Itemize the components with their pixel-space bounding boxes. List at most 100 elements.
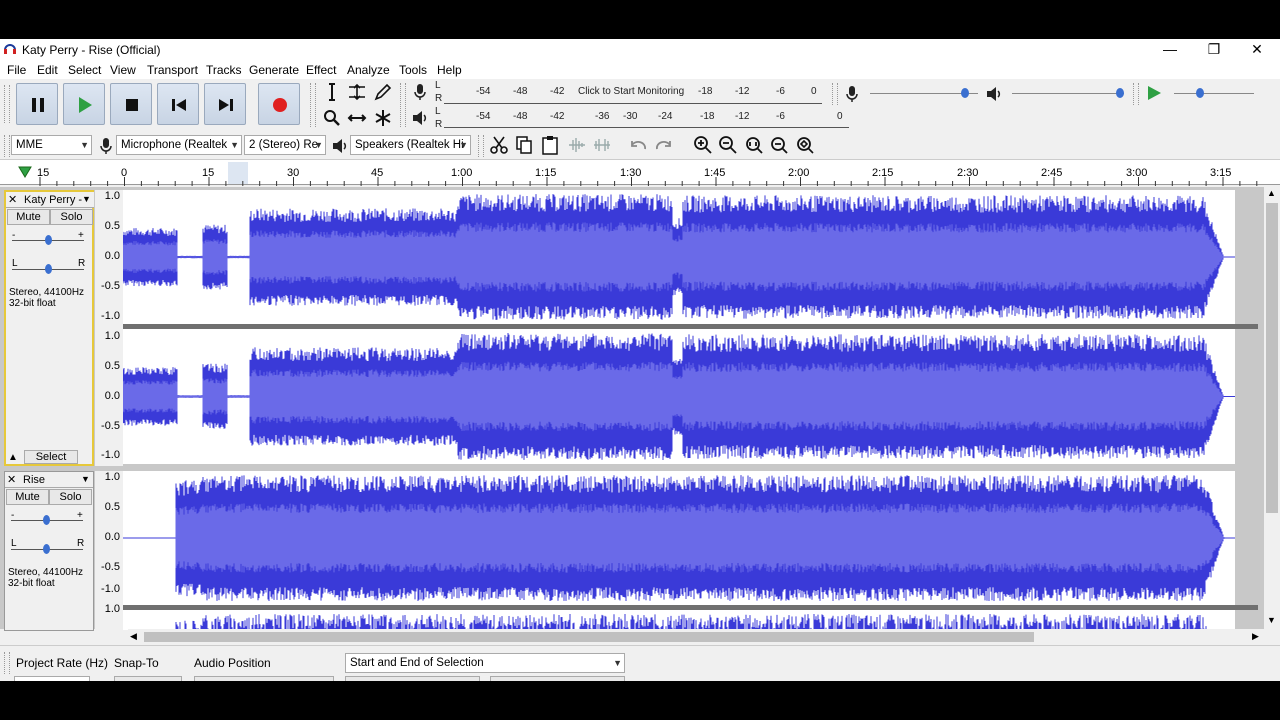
play-at-speed-button[interactable] [1142,81,1166,105]
copy-button[interactable] [512,133,536,157]
solo-button[interactable]: Solo [50,209,93,225]
minimize-button[interactable]: — [1150,39,1190,61]
horizontal-scroll-thumb[interactable] [144,632,1034,642]
chevron-down-icon[interactable]: ▼ [82,194,91,204]
pan-thumb[interactable] [43,544,50,554]
menu-file[interactable]: File [7,63,26,77]
play-icon [1148,86,1161,100]
draw-tool[interactable] [371,80,395,104]
toolbar-grip[interactable] [4,85,10,123]
audio-position-field[interactable] [194,676,334,681]
chevron-down-icon[interactable]: ▼ [81,474,90,484]
pan-thumb[interactable] [45,264,52,274]
play-button[interactable] [63,83,105,125]
scroll-up-icon[interactable]: ▲ [1267,188,1276,198]
track-vertical-scale[interactable]: 1.0 0.5 0.0 -0.5 -1.0 1.0 0.5 0.0 -0.5 -… [95,190,123,466]
selection-mode-select[interactable]: Start and End of Selection ▼ [345,653,625,673]
menu-help[interactable]: Help [437,63,462,77]
zoom-tool[interactable] [320,106,344,130]
selection-start-field[interactable] [345,676,480,681]
silence-button[interactable] [590,133,614,157]
trim-button[interactable] [565,133,589,157]
close-button[interactable]: ✕ [1237,39,1277,61]
meter-l-play: L [435,106,441,117]
edit-grip[interactable] [478,135,484,157]
multi-tool[interactable] [371,106,395,130]
recording-device-select[interactable]: Microphone (Realtek ▼ [116,135,242,155]
fit-selection-button[interactable] [742,133,766,157]
speed-slider[interactable] [1174,93,1254,94]
paste-button[interactable] [538,133,562,157]
tools-grip[interactable] [310,83,316,127]
selection-tool[interactable] [320,80,344,104]
play-meter-bar[interactable] [444,127,849,128]
zoom-toggle-button[interactable] [793,133,817,157]
menu-edit[interactable]: Edit [37,63,58,77]
meter-grip[interactable] [400,83,406,127]
zoom-in-button[interactable] [691,133,715,157]
time-shift-tool[interactable] [345,106,369,130]
skip-to-start-button[interactable] [157,83,199,125]
scroll-down-icon[interactable]: ▼ [1267,615,1276,625]
restore-button[interactable]: ❐ [1194,39,1234,61]
vertical-scrollbar[interactable]: ▲ ▼ [1264,187,1280,629]
cut-button[interactable] [487,133,511,157]
timeline-ruler[interactable]: 15 0 15 30 45 1:00 1:15 1:30 1:45 2:00 2… [0,159,1280,186]
menu-generate[interactable]: Generate [249,63,299,77]
menu-view[interactable]: View [110,63,136,77]
mixer-grip[interactable] [832,83,838,105]
menu-analyze[interactable]: Analyze [347,63,390,77]
record-meter-bar[interactable] [444,103,822,104]
mute-button[interactable]: Mute [6,489,49,505]
scroll-left-icon[interactable]: ◀ [130,631,137,642]
stop-button[interactable] [110,83,152,125]
track-select-button[interactable]: Select [24,450,78,464]
audio-host-select[interactable]: MME ▼ [11,135,92,155]
gain-thumb[interactable] [45,235,52,245]
track-vertical-scale[interactable]: 1.0 0.5 0.0 -0.5 -1.0 1.0 [95,471,123,631]
device-grip[interactable] [4,135,10,157]
menu-select[interactable]: Select [68,63,101,77]
menu-transport[interactable]: Transport [147,63,198,77]
speed-thumb[interactable] [1196,88,1204,98]
recording-volume-thumb[interactable] [961,88,969,98]
play-at-speed-grip[interactable] [1133,83,1139,105]
menu-effect[interactable]: Effect [306,63,336,77]
menu-tracks[interactable]: Tracks [206,63,242,77]
record-button[interactable] [258,83,300,125]
project-rate-field[interactable] [14,676,90,681]
waveform-t1-left[interactable] [123,190,1235,324]
selection-end-field[interactable] [490,676,625,681]
channels-select[interactable]: 2 (Stereo) Re ▼ [244,135,326,155]
fit-project-button[interactable] [767,133,791,157]
play-meter-button[interactable] [408,106,432,130]
undo-button[interactable] [626,133,650,157]
menu-tools[interactable]: Tools [399,63,427,77]
scroll-right-icon[interactable]: ▶ [1252,631,1259,642]
playback-volume-thumb[interactable] [1116,88,1124,98]
click-to-start-monitoring[interactable]: Click to Start Monitoring [578,86,684,97]
snap-to-field[interactable] [114,676,182,681]
waveform-t2-right[interactable] [123,610,1235,630]
vertical-scroll-thumb[interactable] [1266,203,1278,513]
collapse-icon[interactable]: ▲ [8,452,18,463]
track-name-button[interactable]: Katy Perry - [24,194,82,206]
skip-to-end-button[interactable] [204,83,246,125]
selection-grip[interactable] [4,652,10,674]
waveform-t1-right[interactable] [123,329,1235,464]
redo-button[interactable] [652,133,676,157]
record-meter-button[interactable] [408,80,432,104]
mute-button[interactable]: Mute [7,209,50,225]
track-close-button[interactable]: ✕ [7,473,16,486]
gain-thumb[interactable] [43,515,50,525]
track-name-button[interactable]: Rise [23,474,81,486]
playback-device-select[interactable]: Speakers (Realtek Hi ▼ [350,135,471,155]
zoom-out-button[interactable] [716,133,740,157]
playback-volume-slider[interactable] [1012,93,1124,94]
track-close-button[interactable]: ✕ [8,193,17,206]
envelope-tool[interactable] [345,80,369,104]
solo-button[interactable]: Solo [49,489,92,505]
horizontal-scrollbar[interactable]: ◀ ▶ [128,629,1264,645]
pause-button[interactable] [16,83,58,125]
waveform-t2-left[interactable] [123,471,1235,605]
